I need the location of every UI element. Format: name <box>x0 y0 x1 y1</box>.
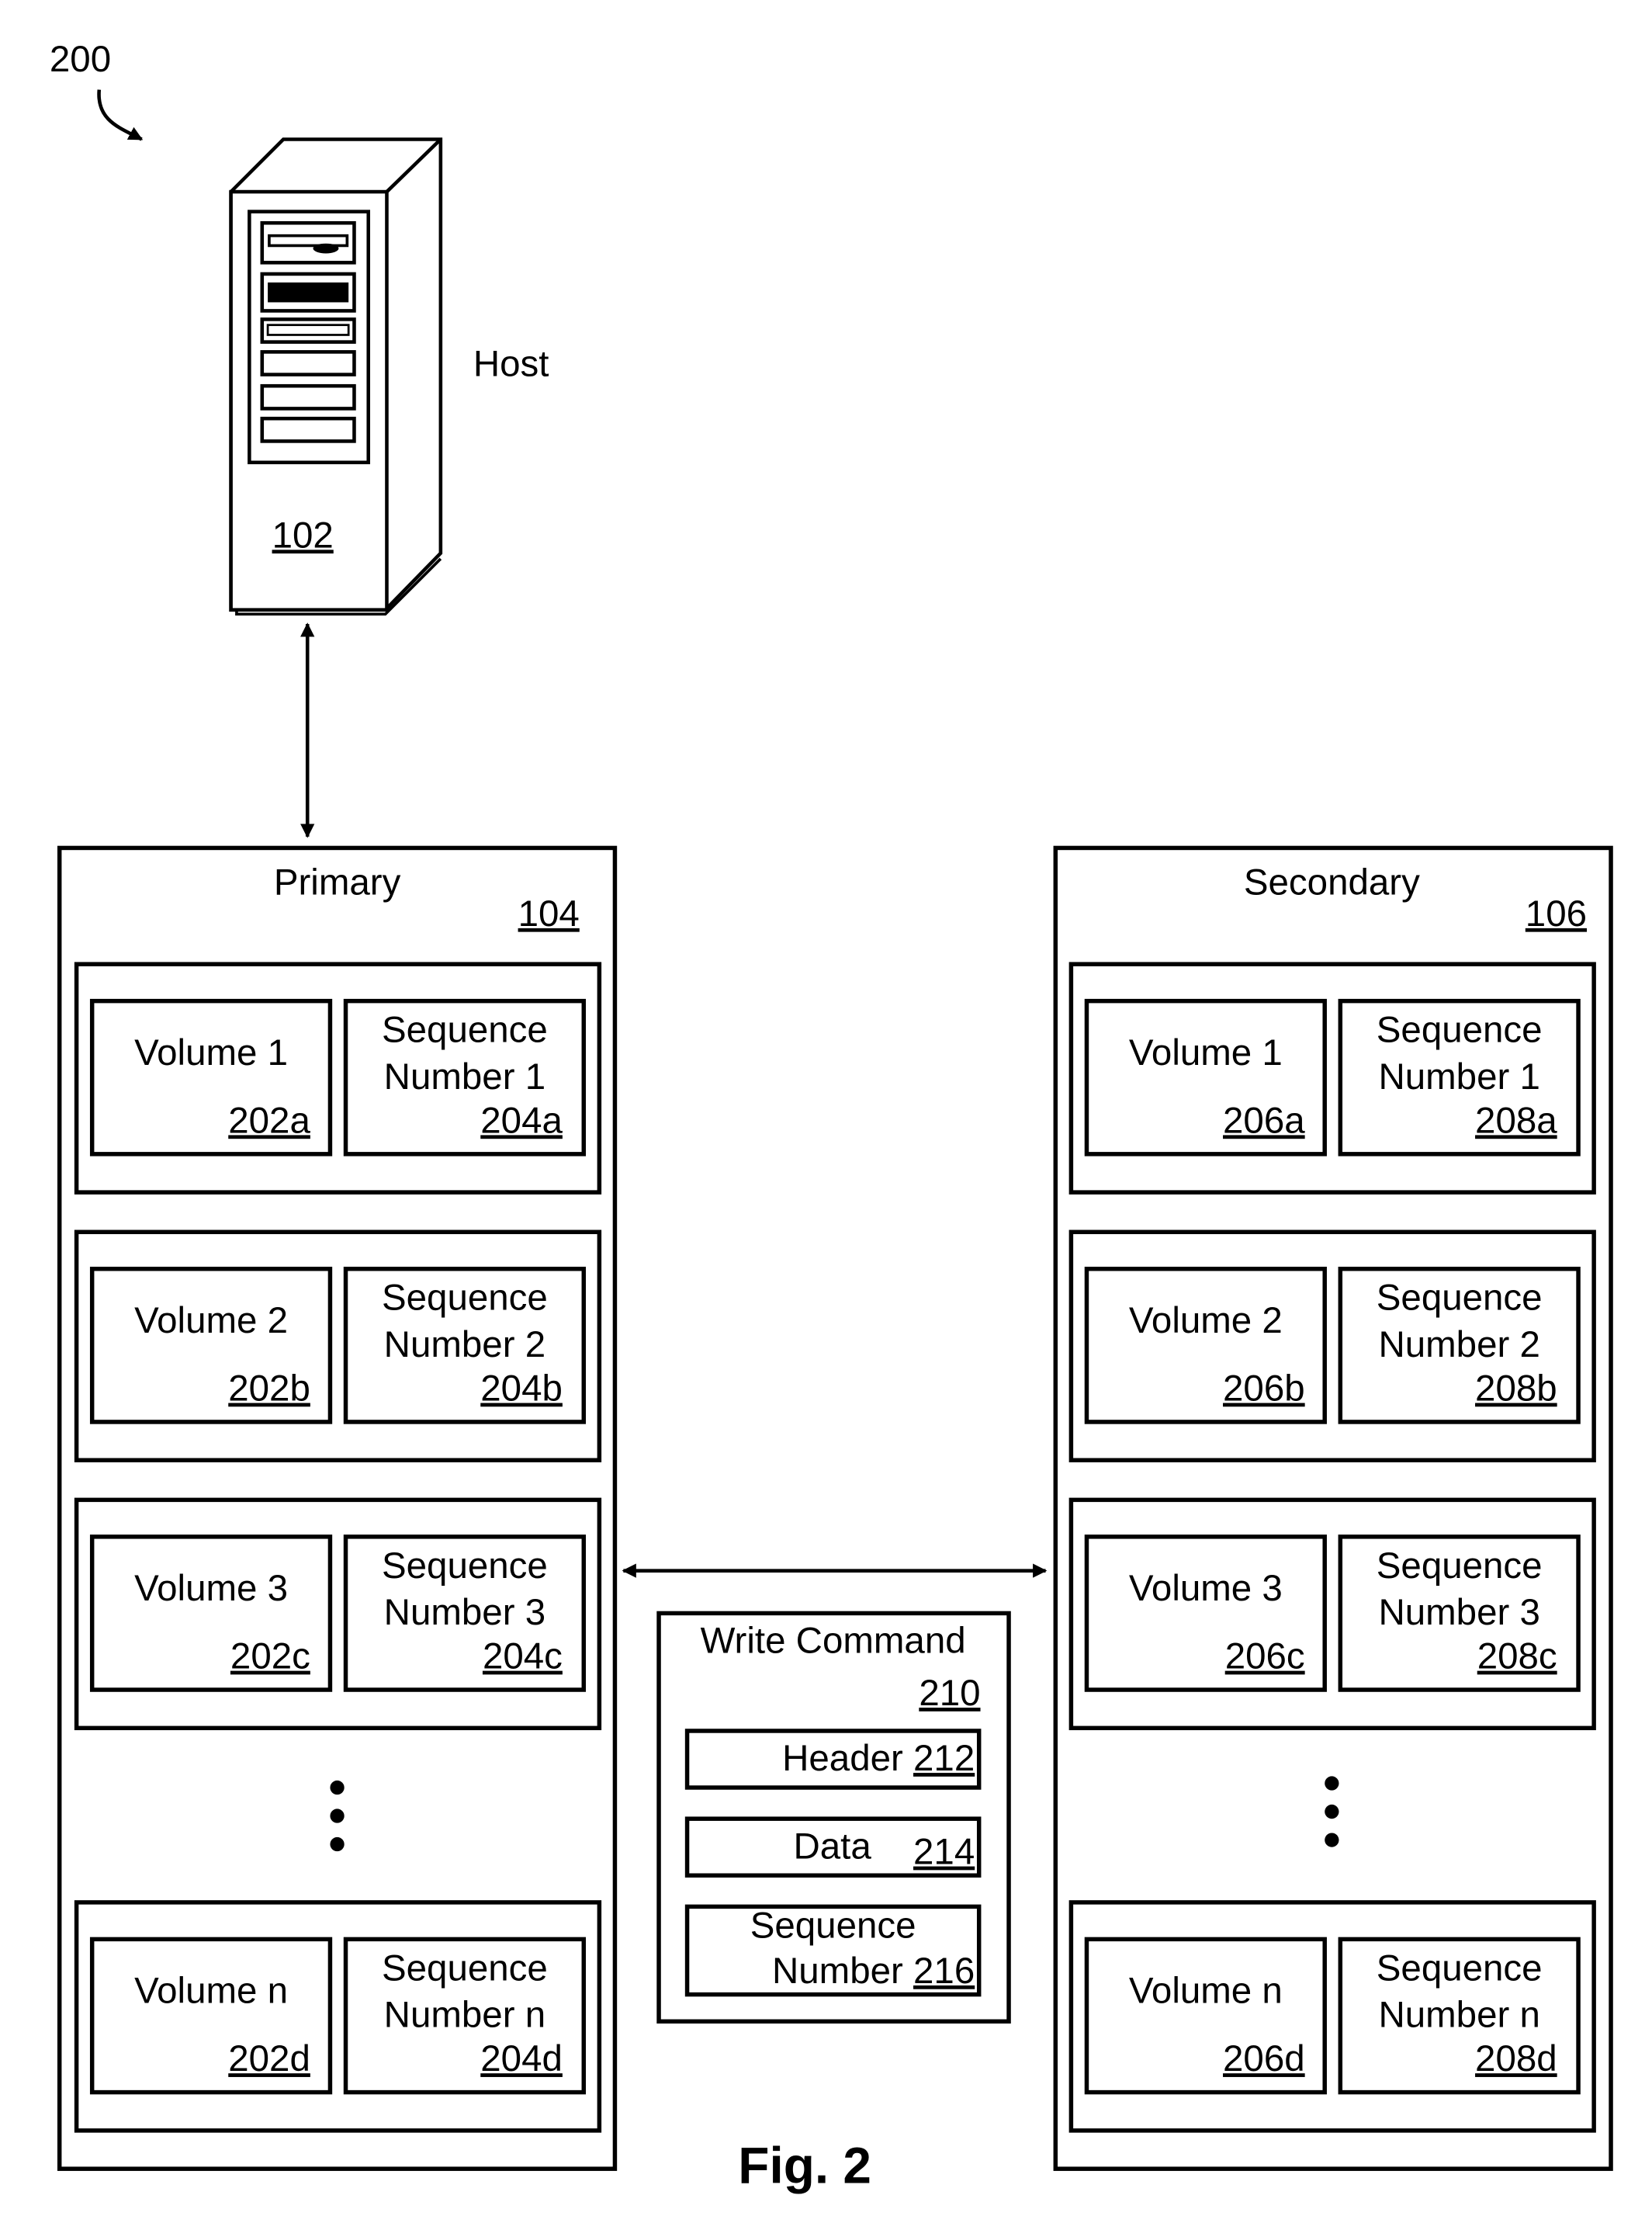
header-ref: 212 <box>913 1738 975 1779</box>
sequence-label-line2: Number 3 <box>384 1592 545 1633</box>
volume-ref: 206b <box>1223 1368 1305 1410</box>
volume-row: Volume 2 206b Sequence Number 2208b <box>1068 1229 1596 1462</box>
sequence-number-line1: Sequence <box>750 1906 916 1947</box>
header-label: Header <box>782 1738 903 1779</box>
volume-label: Volume 2 <box>1129 1300 1283 1341</box>
sequence-label-line2: Number n <box>384 1995 545 2036</box>
volume-row: Volume 2 202b Sequence Number 2204b <box>74 1229 602 1462</box>
volume-row: Volume 1 202a Sequence Number 1204a <box>74 962 602 1195</box>
write-command-label: Write Command <box>701 1621 966 1662</box>
sequence-label-line2: Number 1 <box>1378 1056 1539 1098</box>
sequence-label-line2: Number n <box>1378 1995 1539 2036</box>
ellipsis-icon <box>1325 1776 1339 1847</box>
primary-storage: Primary 104 Volume 1 202a Sequence Number 1… <box>57 845 618 2171</box>
diagram: 200 102 Host Primary 104 Volume 1 202a Seq… <box>50 39 1613 2193</box>
volume-row: Volume 1 206a Sequence Number 1208a <box>1068 962 1596 1195</box>
sequence-ref: 204a <box>480 1100 563 1141</box>
secondary-storage: Secondary 106 Volume 1 206a Sequence Number… <box>1053 845 1613 2171</box>
volume-row: Volume n 206d Sequence Number n208d <box>1068 1900 1596 2133</box>
sequence-number-line2: Number 216 <box>772 1951 975 1992</box>
volume-ref: 202c <box>230 1636 310 1677</box>
data-label: Data <box>794 1826 872 1867</box>
sequence-label-line2: Number 2 <box>384 1324 545 1365</box>
primary-label: Primary <box>274 862 401 903</box>
sequence-label-line2: Number 2 <box>1378 1324 1539 1365</box>
ellipsis-icon <box>330 1780 345 1852</box>
sequence-label-line1: Sequence <box>1377 1545 1543 1587</box>
sequence-ref: 204c <box>483 1636 563 1677</box>
write-command-ref: 210 <box>919 1673 980 1714</box>
volume-ref: 202b <box>228 1368 310 1410</box>
figure-caption: Fig. 2 <box>738 2136 871 2193</box>
volume-ref: 202d <box>228 2038 310 2079</box>
write-command: Write Command 210 Header 212 Data 214 Se… <box>656 1611 1011 2024</box>
volume-ref: 202a <box>228 1100 310 1141</box>
sequence-ref: 204d <box>480 2038 563 2079</box>
sequence-label-line1: Sequence <box>1377 1947 1543 1989</box>
sequence-number-ref: 216 <box>913 1951 975 1992</box>
volume-row: Volume 3 202c Sequence Number 3204c <box>74 1497 602 1731</box>
primary-ref: 104 <box>518 893 580 935</box>
volume-ref: 206a <box>1223 1100 1305 1141</box>
volume-row: Volume n 202d Sequence Number n204d <box>74 1900 602 2133</box>
sequence-label-line1: Sequence <box>382 1010 548 1051</box>
sequence-ref: 208b <box>1475 1368 1557 1410</box>
figure-ref: 200 <box>50 39 111 80</box>
data-ref: 214 <box>913 1832 975 1873</box>
sequence-ref: 208a <box>1475 1100 1557 1141</box>
sequence-label-line2: Number 1 <box>384 1056 545 1098</box>
volume-label: Volume n <box>1129 1971 1283 2012</box>
volume-label: Volume 3 <box>134 1568 288 1609</box>
host-ref: 102 <box>272 515 334 556</box>
sequence-label-line1: Sequence <box>382 1947 548 1989</box>
volume-label: Volume 1 <box>1129 1032 1283 1073</box>
volume-label: Volume n <box>134 1971 288 2012</box>
sequence-label-line1: Sequence <box>382 1545 548 1587</box>
host-server-icon <box>229 137 443 616</box>
volume-ref: 206c <box>1225 1636 1305 1677</box>
volume-row: Volume 3 206c Sequence Number 3208c <box>1068 1497 1596 1731</box>
sequence-label-line2: Number 3 <box>1378 1592 1539 1633</box>
sequence-label-line1: Sequence <box>1377 1278 1543 1319</box>
volume-label: Volume 1 <box>134 1032 288 1073</box>
sequence-ref: 204b <box>480 1368 563 1410</box>
sequence-number-label: Number <box>772 1951 903 1992</box>
header-text: Header 212 <box>782 1738 975 1779</box>
volume-label: Volume 2 <box>134 1300 288 1341</box>
secondary-label: Secondary <box>1244 862 1420 903</box>
host-label: Host <box>473 343 549 384</box>
volume-ref: 206d <box>1223 2038 1305 2079</box>
volume-label: Volume 3 <box>1129 1568 1283 1609</box>
sequence-label-line1: Sequence <box>1377 1010 1543 1051</box>
sequence-label-line1: Sequence <box>382 1278 548 1319</box>
figure-ref-arrow-icon <box>97 89 144 141</box>
secondary-ref: 106 <box>1526 893 1587 935</box>
sequence-ref: 208c <box>1477 1636 1557 1677</box>
sequence-ref: 208d <box>1475 2038 1557 2079</box>
